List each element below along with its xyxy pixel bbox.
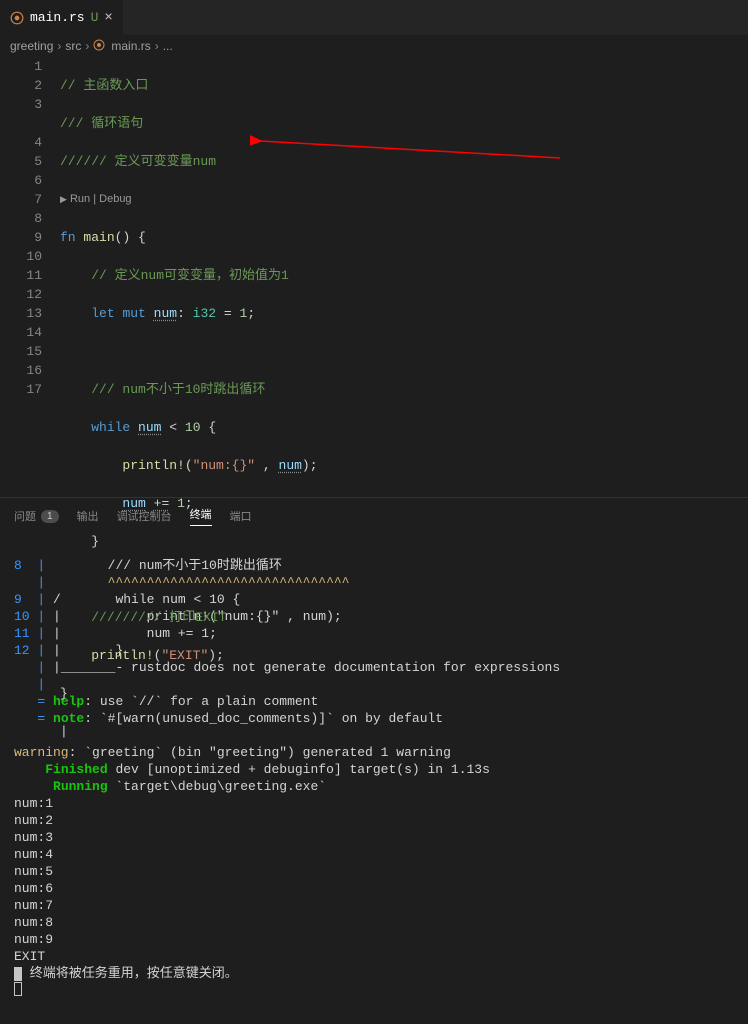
play-icon: ▶ xyxy=(60,194,67,204)
macro: println! xyxy=(122,458,184,473)
code-comment: ////// 定义可变变量num xyxy=(60,154,216,169)
breadcrumb[interactable]: greeting › src › main.rs › ... xyxy=(0,35,748,57)
chevron-right-icon: › xyxy=(155,39,159,53)
line-numbers: 1234567891011121314151617 xyxy=(0,57,60,497)
keyword: mut xyxy=(122,306,145,321)
number: 10 xyxy=(185,420,201,435)
line-no: 11 xyxy=(14,626,30,641)
rust-icon xyxy=(10,11,24,25)
tab-modified-indicator: U xyxy=(91,10,99,25)
breadcrumb-file[interactable]: main.rs xyxy=(111,39,150,53)
output-line: num:7 xyxy=(14,898,53,913)
output-line: num:6 xyxy=(14,881,53,896)
tab-problems[interactable]: 问题1 xyxy=(14,506,59,526)
variable: num xyxy=(122,496,145,511)
function-name: main xyxy=(83,230,114,245)
tab-title: main.rs xyxy=(30,10,85,25)
code-editor[interactable]: 1234567891011121314151617 // 主函数入口 /// 循… xyxy=(0,57,748,497)
macro: println! xyxy=(91,648,153,663)
operator: += xyxy=(154,496,170,511)
tab-bar: main.rs U × xyxy=(0,0,748,35)
prompt-cursor xyxy=(14,982,22,996)
variable: num xyxy=(279,458,302,473)
chevron-right-icon: › xyxy=(85,39,89,53)
output-line: num:1 xyxy=(14,796,53,811)
code-comment: /// num不小于10时跳出循环 xyxy=(91,382,265,397)
keyword: while xyxy=(91,420,130,435)
output-line: num:8 xyxy=(14,915,53,930)
variable: num xyxy=(154,306,177,321)
line-no: 12 xyxy=(14,643,30,658)
output-line: num:4 xyxy=(14,847,53,862)
string: "EXIT" xyxy=(161,648,208,663)
string: "num:{}" xyxy=(193,458,255,473)
output-line: num:2 xyxy=(14,813,53,828)
line-no: 8 xyxy=(14,558,22,573)
close-icon[interactable]: × xyxy=(104,10,112,26)
line-no: 9 xyxy=(14,592,22,607)
output-line: num:9 xyxy=(14,932,53,947)
code-comment: // 主函数入口 xyxy=(60,78,148,93)
variable: num xyxy=(138,420,161,435)
cursor-block xyxy=(14,967,22,981)
number: 1 xyxy=(177,496,185,511)
code-comment: ///////// 打印EXIT xyxy=(91,610,226,625)
running-label: Running xyxy=(53,779,108,794)
rust-icon xyxy=(93,39,107,53)
type: i32 xyxy=(193,306,216,321)
code-comment: /// 循环语句 xyxy=(60,116,143,131)
code-comment: // 定义num可变变量，初始值为1 xyxy=(91,268,289,283)
breadcrumb-symbol[interactable]: ... xyxy=(163,39,173,53)
breadcrumb-folder[interactable]: src xyxy=(65,39,81,53)
terminal-line: `target\debug\greeting.exe` xyxy=(108,779,326,794)
output-line: num:5 xyxy=(14,864,53,879)
line-no: 10 xyxy=(14,609,30,624)
editor-tab[interactable]: main.rs U × xyxy=(0,0,124,35)
output-line: num:3 xyxy=(14,830,53,845)
breadcrumb-folder[interactable]: greeting xyxy=(10,39,53,53)
terminal-footer: 终端将被任务重用，按任意键关闭。 xyxy=(22,966,238,981)
code-content[interactable]: // 主函数入口 /// 循环语句 ////// 定义可变变量num ▶ Run… xyxy=(60,57,748,497)
chevron-right-icon: › xyxy=(57,39,61,53)
output-line: EXIT xyxy=(14,949,45,964)
problems-badge: 1 xyxy=(41,510,59,523)
codelens[interactable]: ▶ Run | Debug xyxy=(60,190,748,209)
keyword: let xyxy=(91,306,114,321)
keyword: fn xyxy=(60,230,76,245)
